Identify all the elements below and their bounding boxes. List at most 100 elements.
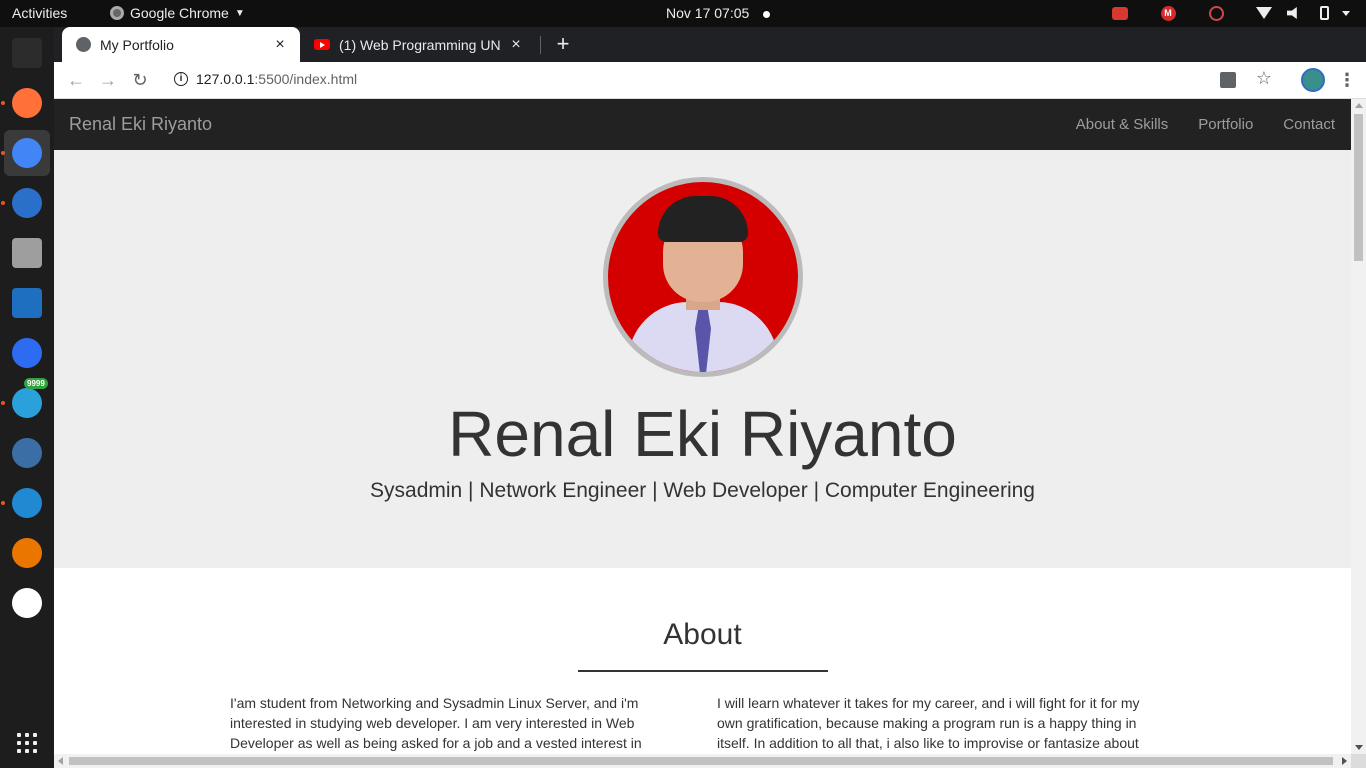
tab-title: My Portfolio [100, 36, 174, 53]
app-menu-label: Google Chrome [130, 5, 229, 21]
wps-office-icon [12, 338, 42, 368]
dock-app-virtualbox[interactable] [4, 430, 50, 476]
hero-tagline: Sysadmin | Network Engineer | Web Develo… [370, 479, 1035, 502]
dock-app-terminal[interactable] [4, 30, 50, 76]
alarm-icon [1208, 5, 1224, 21]
notification-dot-icon [763, 10, 771, 18]
running-indicator-icon [1, 401, 5, 405]
browser-menu-icon[interactable]: ⋮ [1338, 68, 1356, 92]
dock-app-vscode[interactable] [1, 480, 50, 526]
speaker-icon [1287, 7, 1297, 19]
about-text-left: I'am student from Networking and Sysadmi… [230, 695, 642, 751]
dock-app-firefox[interactable] [1, 80, 50, 126]
hero-section: Renal Eki Riyanto Sysadmin | Network Eng… [54, 150, 1351, 568]
chrome-icon [12, 138, 42, 168]
nav-links: About & Skills Portfolio Contact [1061, 99, 1351, 150]
globe-icon [76, 37, 91, 52]
browser-toolbar: ← → ↻ i 127.0.0.1:5500/index.html ☆ ⋮ [54, 62, 1366, 99]
hero-name: Renal Eki Riyanto [448, 398, 957, 470]
new-tab-button[interactable]: + [552, 33, 574, 55]
vertical-scroll-thumb[interactable] [1354, 114, 1363, 261]
translate-icon[interactable] [1220, 72, 1236, 88]
url-host: 127.0.0.1 [196, 71, 255, 87]
running-indicator-icon [1, 501, 5, 505]
youtube-icon [314, 39, 330, 50]
firefox-icon [12, 88, 42, 118]
about-divider [578, 670, 828, 672]
nav-portfolio[interactable]: Portfolio [1183, 99, 1268, 150]
scroll-right-arrow-icon[interactable] [1342, 757, 1347, 765]
dock: 9999 [0, 27, 54, 768]
dock-app-files[interactable] [4, 230, 50, 276]
nav-about-skills[interactable]: About & Skills [1061, 99, 1184, 150]
about-text-right: I will learn whatever it takes for my ca… [717, 695, 1140, 751]
dock-app-blender[interactable] [4, 530, 50, 576]
scroll-down-arrow-icon[interactable] [1355, 745, 1363, 750]
site-info-icon[interactable]: i [174, 72, 188, 86]
tab-title: (1) Web Programming UN [339, 36, 501, 53]
dock-app-inkscape[interactable] [4, 580, 50, 626]
page-viewport: Renal Eki Riyanto About & Skills Portfol… [54, 99, 1351, 754]
about-title: About [663, 618, 742, 651]
horizontal-scroll-thumb[interactable] [69, 757, 1333, 765]
tab-web-programming[interactable]: (1) Web Programming UN × [304, 27, 536, 62]
libreoffice-writer-icon [12, 288, 42, 318]
running-indicator-icon [1, 101, 5, 105]
virtualbox-icon [12, 438, 42, 468]
app-menu[interactable]: Google Chrome ▼ [110, 5, 245, 21]
terminal-icon [12, 38, 42, 68]
scroll-left-arrow-icon[interactable] [58, 757, 63, 765]
tray-indicator-3[interactable] [1206, 3, 1226, 23]
forward-button[interactable]: → [96, 68, 120, 92]
volume-status[interactable] [1284, 3, 1304, 23]
system-menu-chevron-icon[interactable] [1342, 10, 1350, 16]
profile-avatar[interactable] [1301, 68, 1325, 92]
battery-icon [1319, 6, 1329, 20]
wifi-icon [1256, 7, 1272, 19]
tab-strip: My Portfolio × (1) Web Programming UN × … [54, 27, 1366, 62]
dock-app-thunderbird[interactable] [1, 180, 50, 226]
running-indicator-icon [1, 151, 5, 155]
url-text: 127.0.0.1:5500/index.html [196, 71, 357, 87]
bookmark-star-icon[interactable]: ☆ [1256, 68, 1272, 89]
dock-app-telegram[interactable]: 9999 [1, 378, 50, 426]
tray-indicator-1[interactable] [1110, 3, 1130, 23]
close-tab-icon[interactable]: × [508, 36, 524, 53]
horizontal-scrollbar[interactable] [54, 754, 1351, 768]
nav-contact[interactable]: Contact [1268, 99, 1351, 150]
clock-label: Nov 17 07:05 [666, 5, 750, 21]
reload-button[interactable]: ↻ [128, 68, 152, 92]
dock-app-wps-office[interactable] [4, 330, 50, 376]
wifi-status[interactable] [1254, 3, 1274, 23]
show-applications-icon[interactable] [17, 733, 37, 753]
scroll-up-arrow-icon[interactable] [1355, 103, 1363, 108]
url-path: :5500/index.html [254, 71, 358, 87]
address-bar[interactable]: i 127.0.0.1:5500/index.html ☆ [162, 65, 1292, 95]
clock[interactable]: Nov 17 07:05 [666, 5, 771, 21]
tray-indicator-2[interactable]: M [1158, 3, 1178, 23]
telegram-icon [12, 388, 42, 418]
dock-app-libreoffice-writer[interactable] [4, 280, 50, 326]
close-tab-icon[interactable]: × [272, 36, 288, 53]
thunderbird-icon [12, 188, 42, 218]
back-button[interactable]: ← [64, 68, 88, 92]
system-tray: M [1082, 3, 1366, 23]
vertical-scrollbar[interactable] [1351, 99, 1366, 754]
dock-app-chrome[interactable] [1, 130, 50, 176]
scrollbar-corner [1351, 754, 1366, 768]
running-indicator-icon [1, 201, 5, 205]
browser-window: My Portfolio × (1) Web Programming UN × … [54, 27, 1366, 768]
unread-badge: 9999 [24, 378, 48, 389]
profile-photo [603, 177, 803, 377]
blender-icon [12, 538, 42, 568]
battery-status[interactable] [1314, 3, 1334, 23]
vscode-icon [12, 488, 42, 518]
activities-button[interactable]: Activities [12, 5, 67, 21]
files-icon [12, 238, 42, 268]
chrome-icon [110, 6, 124, 20]
site-brand[interactable]: Renal Eki Riyanto [69, 114, 212, 135]
inkscape-icon [12, 588, 42, 618]
app-indicator-icon [1112, 6, 1128, 20]
site-navbar: Renal Eki Riyanto About & Skills Portfol… [54, 99, 1351, 150]
tab-my-portfolio[interactable]: My Portfolio × [62, 27, 300, 62]
